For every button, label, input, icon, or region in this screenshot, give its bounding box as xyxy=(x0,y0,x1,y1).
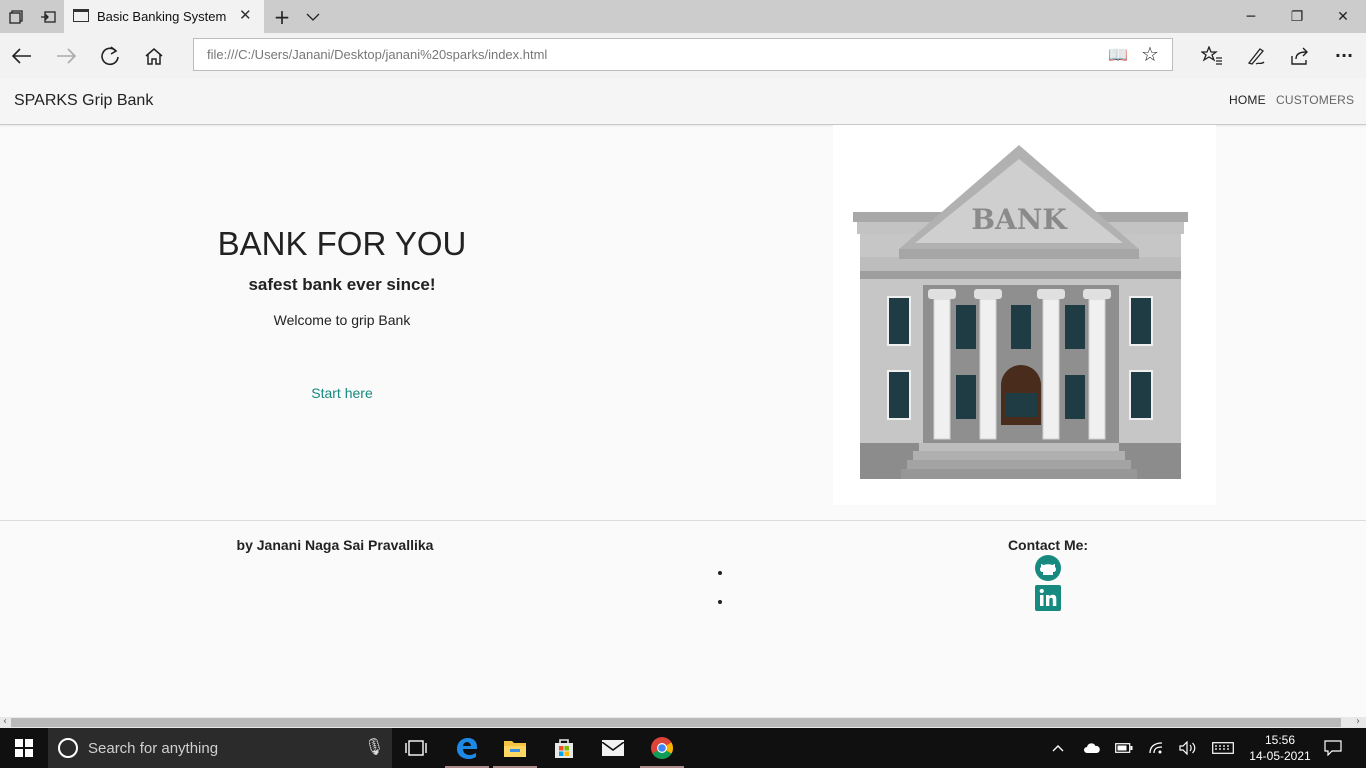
home-icon[interactable] xyxy=(132,33,176,78)
microphone-icon[interactable]: 🎙 xyxy=(364,737,384,756)
site-brand[interactable]: SPARKS Grip Bank xyxy=(14,92,153,110)
taskbar-search-box[interactable]: Search for anything 🎙 xyxy=(48,728,392,768)
task-view-icon[interactable] xyxy=(392,728,440,768)
refresh-icon[interactable] xyxy=(88,33,132,78)
action-center-icon[interactable] xyxy=(1320,728,1346,768)
scroll-right-icon[interactable]: › xyxy=(1356,716,1360,727)
chrome-icon[interactable] xyxy=(638,728,686,768)
restore-button[interactable]: ❐ xyxy=(1274,0,1320,33)
taskbar-search-placeholder: Search for anything xyxy=(88,740,219,757)
minimize-button[interactable]: ─ xyxy=(1228,0,1274,33)
tab-close-icon[interactable]: ✕ xyxy=(239,6,252,24)
browser-tab-strip: Basic Banking System ✕ + ─ ❐ ✕ xyxy=(0,0,1366,33)
horizontal-scrollbar[interactable]: ‹ › xyxy=(0,716,1366,728)
onedrive-cloud-icon[interactable] xyxy=(1078,728,1106,768)
pen-notes-icon[interactable] xyxy=(1234,33,1278,78)
linkedin-icon[interactable] xyxy=(1035,585,1061,611)
address-bar[interactable]: file:///C:/Users/Janani/Desktop/janani%2… xyxy=(193,38,1173,71)
reading-view-icon[interactable]: 📖 xyxy=(1108,45,1128,64)
wifi-icon[interactable] xyxy=(1142,728,1170,768)
hero-title: BANK FOR YOU xyxy=(217,225,467,262)
file-explorer-icon[interactable] xyxy=(491,728,539,768)
close-window-button[interactable]: ✕ xyxy=(1320,0,1366,33)
footer-divider xyxy=(0,520,1366,521)
favorites-hub-icon[interactable] xyxy=(1190,33,1234,78)
more-menu-button[interactable]: ··· xyxy=(1322,33,1366,78)
store-icon[interactable] xyxy=(540,728,588,768)
hero-welcome-text: Welcome to grip Bank xyxy=(273,312,411,328)
start-windows-icon[interactable] xyxy=(0,728,48,768)
tabs-aside-icon[interactable] xyxy=(0,0,32,33)
bank-building-image: BANK xyxy=(833,125,1216,505)
browser-toolbar: file:///C:/Users/Janani/Desktop/janani%2… xyxy=(0,33,1366,78)
bank-sign-text: BANK xyxy=(971,203,1068,236)
address-url: file:///C:/Users/Janani/Desktop/janani%2… xyxy=(207,47,548,62)
share-icon[interactable] xyxy=(1278,33,1322,78)
scroll-left-icon[interactable]: ‹ xyxy=(3,716,7,727)
mail-icon[interactable] xyxy=(589,728,637,768)
nav-customers-link[interactable]: CUSTOMERS xyxy=(1276,93,1354,107)
tab-list-chevron-icon[interactable] xyxy=(297,0,329,33)
volume-icon[interactable] xyxy=(1174,728,1202,768)
clock-time: 15:56 xyxy=(1264,733,1296,747)
new-tab-button[interactable]: + xyxy=(266,0,298,33)
hero-subtitle: safest bank ever since! xyxy=(248,275,436,294)
keyboard-icon[interactable] xyxy=(1208,728,1238,768)
active-tab[interactable]: Basic Banking System ✕ xyxy=(64,0,264,33)
list-bullet xyxy=(718,571,722,575)
tab-title: Basic Banking System xyxy=(97,9,227,24)
cortana-circle-icon xyxy=(58,738,78,758)
windows-taskbar: Search for anything 🎙 15:56 14-05-2021 xyxy=(0,728,1366,768)
set-tabs-aside-icon[interactable] xyxy=(32,0,64,33)
battery-icon[interactable] xyxy=(1110,728,1138,768)
page-icon xyxy=(73,9,89,22)
web-page: SPARKS Grip Bank HOME CUSTOMERS BANK FOR… xyxy=(0,78,1366,717)
list-bullet xyxy=(718,600,722,604)
edge-icon[interactable] xyxy=(443,728,491,768)
back-arrow-icon[interactable] xyxy=(0,33,44,78)
system-clock[interactable]: 15:56 14-05-2021 xyxy=(1248,732,1312,764)
site-navbar: SPARKS Grip Bank HOME CUSTOMERS xyxy=(0,78,1366,125)
show-hidden-icons-chevron[interactable] xyxy=(1046,728,1070,768)
footer-author: by Janani Naga Sai Pravallika xyxy=(236,537,434,553)
contact-title: Contact Me: xyxy=(1007,537,1089,553)
forward-arrow-icon[interactable] xyxy=(44,33,88,78)
clock-date: 14-05-2021 xyxy=(1249,749,1311,763)
start-here-link[interactable]: Start here xyxy=(292,385,392,401)
scrollbar-thumb[interactable] xyxy=(11,718,1341,727)
nav-home-link[interactable]: HOME xyxy=(1229,93,1266,107)
github-icon[interactable] xyxy=(1035,555,1061,581)
favorite-star-icon[interactable]: ☆ xyxy=(1141,42,1159,66)
